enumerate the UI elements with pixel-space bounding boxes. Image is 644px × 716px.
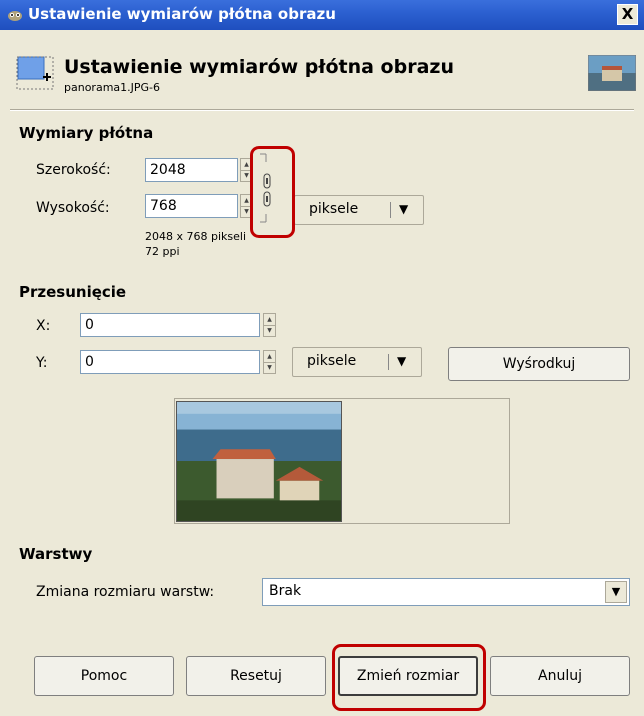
spin-down-icon[interactable]: ▼ xyxy=(264,325,275,336)
reset-button-label: Resetuj xyxy=(230,668,282,684)
offset-y-spinner[interactable]: ▲ ▼ xyxy=(263,350,276,374)
offset-unit-dropdown[interactable]: piksele ▼ xyxy=(292,347,422,377)
offset-section-title: Przesunięcie xyxy=(19,283,127,301)
height-input[interactable]: 768 xyxy=(145,194,238,218)
gimp-icon xyxy=(8,11,22,21)
image-thumbnail xyxy=(588,55,636,91)
title-bar[interactable]: Ustawienie wymiarów płótna obrazu X xyxy=(0,0,644,30)
help-button-label: Pomoc xyxy=(80,668,128,684)
dropdown-arrow-icon[interactable]: ▼ xyxy=(399,202,408,216)
combo-divider xyxy=(390,202,391,218)
offset-x-input[interactable]: 0 xyxy=(80,313,260,337)
reset-button[interactable]: Resetuj xyxy=(186,656,326,696)
center-button-label: Wyśrodkuj xyxy=(502,356,576,372)
layer-resize-dropdown[interactable]: Brak ▼ xyxy=(262,578,630,606)
resize-button-highlight xyxy=(332,644,486,711)
layers-section-title: Warstwy xyxy=(19,545,93,563)
dialog-title: Ustawienie wymiarów płótna obrazu xyxy=(64,56,454,78)
canvas-size-icon xyxy=(16,56,54,90)
close-icon[interactable]: X xyxy=(617,4,638,25)
image-name: panorama1.JPG-6 xyxy=(64,81,161,94)
offset-y-input[interactable]: 0 xyxy=(80,350,260,374)
height-label: Wysokość: xyxy=(36,200,110,216)
canvas-size-section-title: Wymiary płótna xyxy=(19,124,154,142)
cancel-button-label: Anuluj xyxy=(538,668,582,684)
window-title: Ustawienie wymiarów płótna obrazu xyxy=(28,5,336,23)
layer-resize-value: Brak xyxy=(269,583,302,599)
spin-down-icon[interactable]: ▼ xyxy=(264,362,275,373)
offset-unit-value: piksele xyxy=(307,353,357,369)
canvas-unit-dropdown[interactable]: piksele ▼ xyxy=(294,195,424,225)
width-label: Szerokość: xyxy=(36,162,111,178)
width-input[interactable]: 2048 xyxy=(145,158,238,182)
cancel-button[interactable]: Anuluj xyxy=(490,656,630,696)
canvas-resolution-info: 72 ppi xyxy=(145,245,180,258)
combo-divider xyxy=(388,354,389,370)
offset-y-label: Y: xyxy=(36,355,48,371)
center-button[interactable]: Wyśrodkuj xyxy=(448,347,630,381)
dialog-window: Ustawienie wymiarów płótna obrazu X Usta… xyxy=(0,0,644,716)
layer-resize-label: Zmiana rozmiaru warstw: xyxy=(36,584,215,600)
dropdown-arrow-icon[interactable]: ▼ xyxy=(397,354,406,368)
canvas-unit-value: piksele xyxy=(309,201,359,217)
header-separator xyxy=(10,109,634,111)
image-preview[interactable] xyxy=(176,401,342,522)
canvas-size-info: 2048 x 768 pikseli xyxy=(145,230,247,243)
offset-x-spinner[interactable]: ▲ ▼ xyxy=(263,313,276,337)
chain-link-highlight xyxy=(250,146,295,238)
offset-x-label: X: xyxy=(36,318,51,334)
dropdown-arrow-icon[interactable]: ▼ xyxy=(605,581,627,603)
help-button[interactable]: Pomoc xyxy=(34,656,174,696)
